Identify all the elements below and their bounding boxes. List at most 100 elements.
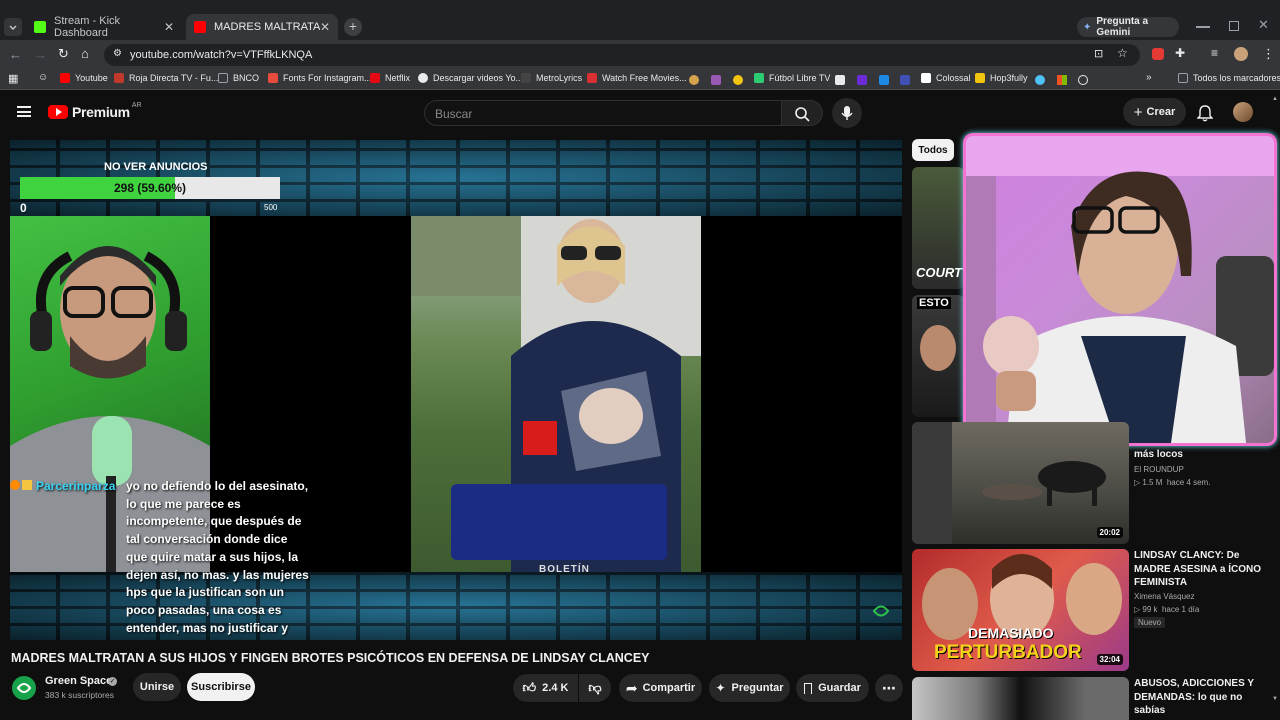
recommendation-thumbnail[interactable]: 20:02 — [912, 422, 1129, 544]
bookmark-colossal[interactable]: Colossal — [921, 73, 971, 83]
more-actions-button[interactable]: ⋯ — [875, 674, 903, 702]
chip-all[interactable]: Todos — [912, 139, 954, 161]
search-button[interactable] — [781, 100, 823, 126]
close-window-button[interactable]: ✕ — [1258, 17, 1269, 33]
site-info-icon[interactable]: ⚙ — [113, 48, 122, 59]
bookmark-small-icon-7[interactable] — [900, 75, 910, 85]
kick-icon — [34, 21, 46, 33]
like-button[interactable]: 👍︎ 2.4 K — [513, 674, 578, 702]
extensions-puzzle-icon[interactable]: ✚ — [1175, 46, 1185, 60]
netflix-icon — [370, 73, 380, 83]
cohost-figure — [966, 136, 1274, 443]
rec-title[interactable]: LINDSAY CLANCY: De MADRE ASESINA a ÍCONO… — [1134, 549, 1264, 590]
youtube-logo[interactable]: Premium AR — [48, 102, 142, 120]
tab-title: MADRES MALTRATAN A SUS H — [214, 21, 320, 33]
green-space-logo-icon — [16, 683, 32, 693]
extension-icon[interactable] — [1152, 48, 1164, 60]
channel-avatar[interactable] — [12, 676, 36, 700]
media-controls-icon[interactable]: ≡ — [1211, 46, 1218, 60]
page-scrollbar[interactable]: ▲ ▼ — [1272, 96, 1278, 706]
minimize-button[interactable] — [1196, 26, 1210, 28]
goal-value: 298 (59.60%) — [113, 181, 187, 195]
channel-name[interactable]: Green Space — [45, 675, 112, 687]
green-space-watermark-icon — [872, 605, 890, 617]
bookmark-youtube[interactable]: Youtube — [60, 73, 108, 83]
gemini-label: Pregunta a Gemini — [1096, 16, 1149, 38]
reload-icon[interactable]: ↻ — [58, 46, 69, 62]
bookmark-roja-directa[interactable]: Roja Directa TV - Fu... — [114, 73, 218, 83]
notifications-bell-icon[interactable] — [1197, 104, 1213, 122]
fonts-icon — [268, 73, 278, 83]
bookmark-small-icon-6[interactable] — [879, 75, 889, 85]
forward-arrow-icon[interactable]: → — [34, 47, 47, 62]
search-input[interactable]: Buscar — [424, 100, 782, 126]
bookmark-metrolyrics[interactable]: MetroLyrics — [521, 73, 582, 83]
ask-button[interactable]: ✦ Preguntar — [709, 674, 790, 702]
bookmark-hop3fully[interactable]: Hop3fully — [975, 73, 1028, 83]
profile-avatar[interactable] — [1234, 47, 1248, 61]
gemini-button[interactable]: ✦ Pregunta a Gemini — [1077, 16, 1179, 38]
bookmark-star-icon[interactable]: ☆ — [1117, 46, 1128, 60]
subscribe-button[interactable]: Suscribirse — [187, 673, 255, 701]
bookmark-small-icon-5[interactable] — [857, 75, 867, 85]
bookmark-descargar[interactable]: Descargar videos Yo... — [418, 73, 523, 83]
menu-kebab-icon[interactable]: ⋮ — [1262, 46, 1275, 62]
bookmark-small-icon-8[interactable] — [1035, 75, 1045, 85]
bookmark-watch-free-movies[interactable]: Watch Free Movies... — [587, 73, 687, 83]
back-arrow-icon[interactable]: ← — [9, 47, 22, 62]
bookmark-bnco[interactable]: BNCO — [218, 73, 259, 83]
voice-search-button[interactable] — [832, 98, 862, 128]
rec-partial-title[interactable]: más locos — [1134, 448, 1183, 462]
hop3fully-icon — [975, 73, 985, 83]
tab-youtube-video[interactable]: MADRES MALTRATAN A SUS H ✕ — [186, 14, 338, 40]
hamburger-menu-icon[interactable] — [17, 106, 31, 117]
maximize-button[interactable] — [1229, 21, 1239, 31]
more-bookmarks-icon[interactable]: » — [1146, 72, 1152, 83]
bookmark-fonts[interactable]: Fonts For Instagram... — [268, 73, 372, 83]
bookmark-small-icon-9[interactable] — [1057, 75, 1067, 85]
recommendation-thumbnail[interactable] — [912, 677, 1129, 720]
goal-min: 0 — [20, 201, 27, 215]
bookmark-small-icon-1[interactable] — [689, 75, 699, 85]
bookmark-netflix[interactable]: Netflix — [370, 73, 410, 83]
tab-kick-dashboard[interactable]: Stream - Kick Dashboard ✕ — [26, 14, 182, 40]
recommendation-thumbnail[interactable]: DEMASIADO PERTURBADOR 32:04 — [912, 549, 1129, 671]
recommendation-thumbnail[interactable]: ESTO — [912, 295, 964, 417]
bookmark-small-icon-4[interactable] — [835, 75, 845, 85]
account-avatar[interactable] — [1233, 102, 1253, 122]
verified-check-icon: ✓ — [108, 677, 117, 686]
thumbnail-text-2: PERTURBADOR — [934, 642, 1082, 663]
rec-channel[interactable]: El ROUNDUP — [1134, 465, 1184, 474]
create-button[interactable]: + Crear — [1123, 98, 1186, 126]
address-bar[interactable]: ⚙ youtube.com/watch?v=VTFffkLKNQA ⊡ ☆ — [104, 44, 1140, 66]
home-icon[interactable]: ⌂ — [81, 46, 89, 61]
bookmark-small-icon-2[interactable] — [711, 75, 721, 85]
close-icon[interactable]: ✕ — [320, 20, 330, 34]
new-tab-button[interactable]: + — [344, 18, 362, 36]
video-title: MADRES MALTRATAN A SUS HIJOS Y FINGEN BR… — [11, 651, 650, 665]
video-player[interactable]: NO VER ANUNCIOS 298 (59.60%) 0 500 BOLET… — [10, 140, 902, 640]
rec-title[interactable]: ABUSOS, ADICCIONES Y DEMANDAS: lo que no… — [1134, 677, 1264, 718]
dislike-button[interactable]: 👎︎ — [579, 674, 611, 702]
apps-grid-icon[interactable]: ▦ — [8, 72, 18, 85]
bookmark-futbol-libre[interactable]: Fútbol Libre TV — [754, 73, 830, 83]
browser-toolbar: ← → ↻ ⌂ ⚙ youtube.com/watch?v=VTFffkLKNQ… — [0, 40, 1280, 70]
youtube-header: Premium AR Buscar + Crear — [0, 94, 1280, 134]
save-button[interactable]: Guardar — [796, 674, 869, 702]
all-bookmarks-folder[interactable]: Todos los marcadores — [1178, 73, 1280, 83]
close-icon[interactable]: ✕ — [164, 20, 174, 34]
emoji-bookmark-icon[interactable]: ☺ — [38, 72, 48, 83]
share-button[interactable]: ➦ Compartir — [619, 674, 702, 702]
thumbs-down-icon: 👎︎ — [588, 680, 602, 695]
rojadirecta-icon — [114, 73, 124, 83]
recommendation-thumbnail[interactable]: COURT — [912, 167, 964, 289]
rec-channel[interactable]: Ximena Vásquez — [1134, 592, 1194, 601]
bookmark-small-icon-10[interactable] — [1078, 75, 1088, 85]
join-button[interactable]: Unirse — [133, 673, 181, 701]
goal-title: NO VER ANUNCIOS — [104, 161, 208, 173]
subscriber-count: 383 k suscriptores — [45, 690, 114, 700]
bookmark-small-icon-3[interactable] — [733, 75, 743, 85]
tab-list-button[interactable] — [4, 18, 22, 36]
microphone-icon — [841, 106, 853, 120]
install-app-icon[interactable]: ⊡ — [1094, 47, 1103, 60]
